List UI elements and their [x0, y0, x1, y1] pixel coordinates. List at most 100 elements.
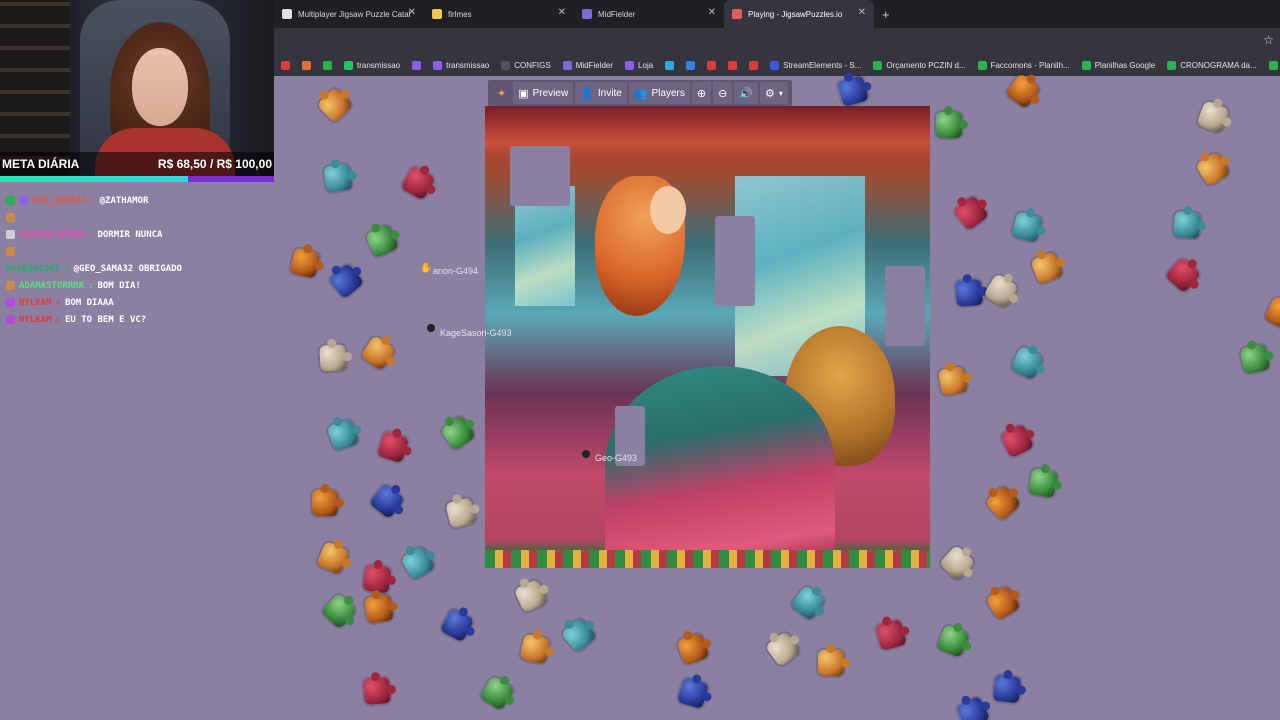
bookmark-item[interactable] — [683, 60, 698, 70]
bookmark-item[interactable] — [662, 60, 677, 70]
bookmark-item[interactable]: transmissao — [341, 60, 403, 70]
bookmark-item[interactable] — [725, 60, 740, 70]
puzzle-piece[interactable] — [817, 649, 845, 677]
chat-badge-icon — [6, 230, 15, 239]
puzzle-piece[interactable] — [1027, 467, 1059, 499]
bookmark-item[interactable]: CONFIGS — [498, 60, 553, 70]
bookmark-item[interactable]: Planilhas Google — [1079, 60, 1158, 70]
webcam-overlay: META DIÁRIA R$ 68,50 / R$ 100,00 — [0, 0, 274, 178]
tab-label: firlmes — [448, 9, 472, 19]
bookmark-favicon-icon — [749, 60, 759, 70]
puzzle-piece[interactable] — [1239, 343, 1271, 375]
puzzle-piece[interactable] — [362, 564, 392, 594]
users-icon: 👥 — [633, 87, 648, 100]
chat-username[interactable]: Nylkam — [19, 315, 52, 325]
hand-cursor-icon: ✋ — [420, 263, 433, 274]
puzzle-board[interactable] — [485, 106, 930, 568]
settings-button[interactable]: ⚙ ▾ — [760, 82, 788, 104]
bookmark-item[interactable]: MidFielder — [560, 60, 616, 70]
bookmark-item[interactable]: CRONOGRAMA da... — [1164, 60, 1259, 70]
bookmark-item[interactable] — [746, 60, 761, 70]
tab-label: Playing - JigsawPuzzles.io — [748, 9, 843, 19]
bookmark-favicon-icon — [873, 60, 883, 70]
puzzle-piece[interactable] — [323, 163, 353, 193]
chat-username[interactable]: Nylkam — [19, 298, 52, 308]
bookmark-item[interactable]: Lista de Kois FACCO — [1266, 60, 1280, 70]
chat-message: Geo_sama32: @Zathamor — [0, 192, 274, 209]
bookmark-favicon-icon — [433, 60, 443, 70]
players-button[interactable]: 👥 Players — [628, 82, 690, 104]
puzzle-piece[interactable] — [936, 106, 968, 138]
chat-separator: : — [55, 314, 61, 325]
preview-button[interactable]: ▣ Preview — [513, 82, 574, 104]
bookmark-favicon-icon — [323, 60, 332, 70]
invite-button[interactable]: 👤 Invite — [575, 82, 627, 104]
close-tab-icon[interactable]: ✕ — [408, 8, 416, 18]
bookmark-item[interactable]: transmissao — [430, 60, 492, 70]
chat-message: Adamastorrrr: Dormir nunca — [0, 226, 274, 243]
jigsaw-logo-icon[interactable]: ✦ — [492, 82, 511, 104]
chat-username[interactable]: Geo_sama32 — [32, 196, 86, 206]
invite-label: Invite — [597, 87, 622, 99]
chat-message — [0, 243, 274, 260]
chat-message: Adamastorrrr: Bom dia! — [0, 277, 274, 294]
bookmark-label: Loja — [638, 60, 654, 70]
close-tab-icon[interactable]: ✕ — [558, 8, 566, 18]
browser-tab[interactable]: MidFielder ✕ — [574, 0, 724, 28]
bookmarks-bar: transmissao transmissao CONFIGS MidFielder L… — [274, 54, 1280, 76]
empty-slot[interactable] — [885, 266, 925, 346]
player-cursor-icon — [427, 324, 435, 332]
puzzle-piece[interactable] — [319, 344, 347, 372]
puzzle-piece[interactable] — [364, 594, 394, 624]
tab-favicon-icon — [582, 9, 592, 19]
tab-favicon-icon — [282, 9, 292, 19]
chat-username[interactable]: KageSasori — [6, 264, 60, 274]
bookmark-item[interactable]: StreamElements - S... — [767, 60, 864, 70]
browser-tab[interactable]: Multiplayer Jigsaw Puzzle Catal ✕ — [274, 0, 424, 28]
chat-separator: : — [90, 195, 96, 206]
chat-text: @Geo_sama32 Obrigado — [73, 263, 182, 274]
puzzle-piece[interactable] — [937, 365, 969, 397]
close-tab-icon[interactable]: ✕ — [708, 8, 716, 18]
chat-username[interactable]: Adamastorrrr — [19, 230, 84, 240]
chat-separator: : — [88, 280, 94, 291]
puzzle-piece[interactable] — [519, 633, 551, 665]
bookmark-item[interactable]: Faccomons - Planilh... — [975, 60, 1073, 70]
chat-badge-icon — [6, 298, 15, 307]
bookmark-label: CONFIGS — [514, 60, 551, 70]
chat-message — [0, 209, 274, 226]
bookmark-item[interactable] — [704, 60, 719, 70]
bookmark-star-icon[interactable]: ☆ — [1263, 33, 1274, 47]
bookmark-label: transmissao — [357, 60, 401, 70]
bookmark-favicon-icon — [728, 60, 738, 70]
player-name-tag: KageSasori-G493 — [440, 328, 512, 338]
new-tab-icon[interactable]: + — [882, 7, 890, 22]
empty-slot[interactable] — [715, 216, 755, 306]
address-bar[interactable]: ☆ — [274, 28, 1280, 54]
bookmark-item[interactable]: Orçamento PCZIN d... — [870, 60, 968, 70]
bookmark-favicon-icon — [1167, 60, 1177, 70]
puzzle-piece[interactable] — [954, 278, 984, 308]
chat-badge-icon — [6, 281, 15, 290]
bookmark-favicon-icon — [686, 60, 696, 70]
bookmark-item[interactable] — [278, 60, 293, 70]
sound-button[interactable]: 🔊 — [734, 82, 759, 104]
chat-username[interactable]: Adamastorrrr — [19, 281, 84, 291]
zoom-out-button[interactable]: ⊖ — [713, 82, 733, 104]
tab-favicon-icon — [432, 9, 442, 19]
close-tab-icon[interactable]: ✕ — [858, 8, 866, 18]
bookmark-favicon-icon — [625, 60, 635, 70]
zoom-in-button[interactable]: ⊕ — [691, 82, 712, 104]
browser-tab[interactable]: Playing - JigsawPuzzles.io ✕ — [724, 0, 874, 28]
puzzle-piece[interactable] — [363, 677, 391, 705]
browser-tab[interactable]: firlmes ✕ — [424, 0, 574, 28]
puzzle-piece[interactable] — [311, 489, 339, 517]
bookmark-item[interactable] — [320, 60, 335, 70]
empty-slot[interactable] — [510, 146, 570, 206]
bookmark-item[interactable] — [409, 60, 424, 70]
bookmark-item[interactable] — [299, 60, 314, 70]
puzzle-piece[interactable] — [1172, 210, 1202, 240]
bookmark-favicon-icon — [562, 60, 572, 70]
bookmark-item[interactable]: Loja — [622, 60, 656, 70]
puzzle-piece[interactable] — [992, 674, 1022, 704]
